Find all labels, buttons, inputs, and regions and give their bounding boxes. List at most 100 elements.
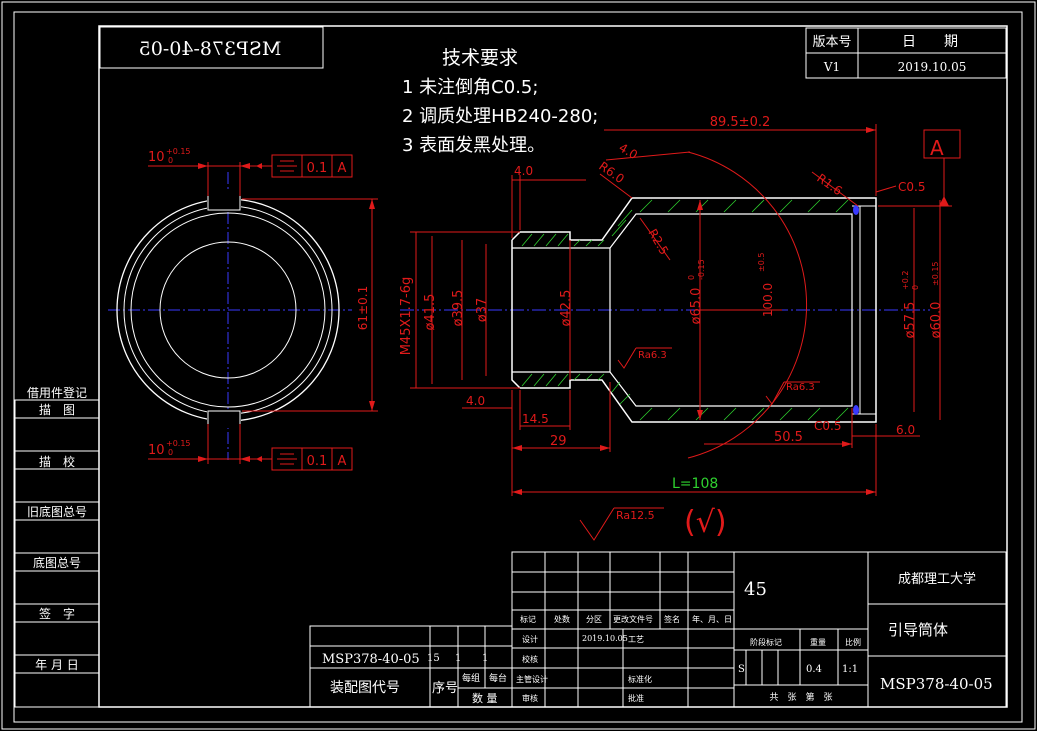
date-label: 日 期 [902, 34, 958, 50]
ra-mark-2 [765, 381, 785, 405]
h-doc: 更改文件号 [613, 614, 653, 624]
weight-value: 0.4 [806, 664, 822, 675]
school-name: 成都理工大学 [898, 571, 976, 587]
section-view: 100.0 ±0.5 89.5±0.2 4.0 4.0 R6.0 R2.5 R1… [399, 115, 961, 541]
strip-borrow: 借用件登记 [27, 385, 87, 400]
assembly-qty-1: 1 [455, 653, 461, 664]
technical-requirements: 技术要求 1 未注倒角C0.5; 2 调质处理HB240-280; 3 表面发黑… [402, 47, 598, 156]
strip-old-base: 旧底图总号 [27, 504, 87, 519]
top-gtol-datum: A [338, 161, 347, 176]
scale-value: 1:1 [842, 664, 858, 675]
count-label: 数 量 [472, 692, 498, 705]
register-strip: 借用件登记 描 图 描 校 旧底图总号 底图总号 签 字 年 月 日 [14, 385, 100, 708]
ra-mark-1 [617, 347, 637, 369]
dim-65-tol-l: -0.15 [697, 259, 706, 280]
dim-42-5: ø42.5 [559, 290, 574, 327]
strip-date: 年 月 日 [35, 658, 79, 672]
dim-41-5: ø41.5 [423, 294, 438, 331]
bottom-slot-tol-upper: +0.15 [166, 439, 191, 448]
ra-12-5: Ra12.5 [616, 509, 655, 522]
inner-frame [98, 25, 1008, 708]
ra-mark-3 [579, 507, 615, 541]
dim-37: ø37 [475, 298, 490, 323]
dim-60-tol: ±0.15 [931, 261, 940, 286]
review-label: 审核 [522, 693, 538, 703]
per-unit-label: 每台 [489, 672, 507, 684]
top-gtol-value: 0.1 [307, 161, 328, 176]
dim-57-5-tol-l: 0 [911, 285, 920, 290]
stage-label: 阶段标记 [750, 637, 782, 647]
dim-60: ø60.0 [929, 302, 944, 339]
c05-bottom: C0.5 [814, 419, 841, 433]
check-label: 校核 [522, 654, 538, 664]
end-view: 10 +0.15 0 0.1 A 10 +0.15 0 0.1 A 61±0.1 [108, 147, 378, 471]
h-sign: 签名 [664, 614, 680, 624]
title-drawing-no: MSP378-40-05 [880, 675, 993, 693]
top-slot-tol-upper: +0.15 [166, 147, 191, 156]
strip-trace-check: 描 校 [39, 454, 75, 469]
requirements-title: 技术要求 [442, 47, 518, 69]
material: 45 [744, 579, 767, 600]
requirement-2: 2 调质处理HB240-280; [402, 106, 598, 127]
ra-6-3-a: Ra6.3 [638, 350, 667, 361]
h-zone: 分区 [586, 615, 602, 624]
dim-65: ø65.0 [689, 288, 704, 325]
assembly-qty-2: 1 [482, 653, 488, 664]
ra-6-3-b: Ra6.3 [786, 382, 815, 393]
h-date: 年、月、日 [692, 614, 732, 624]
dim-50-5: 50.5 [774, 430, 803, 445]
std-label: 标准化 [628, 674, 652, 684]
r100-label: 100.0 [761, 283, 775, 317]
part-name: 引导筒体 [888, 621, 948, 639]
stage-value: S [738, 664, 745, 675]
groove-bottom [853, 405, 859, 415]
bottom-gtol-value: 0.1 [307, 454, 328, 469]
strip-base: 底图总号 [33, 555, 81, 570]
h-count: 处数 [554, 614, 570, 624]
version-label: 版本号 [812, 35, 851, 50]
groove-top [853, 205, 859, 215]
process-label: 工艺 [628, 635, 644, 644]
bottom-slot-tol-lower: 0 [168, 448, 173, 457]
supervisor-label: 主管设计 [516, 674, 548, 684]
sheets-label: 共 张 第 张 [769, 691, 832, 703]
strip-trace: 描 图 [39, 403, 75, 417]
dim-4-top: 4.0 [514, 164, 533, 178]
c05-top: C0.5 [898, 180, 925, 194]
revision-table: 版本号 日 期 V1 2019.10.05 [805, 27, 1007, 79]
drawing-canvas: MSP378-40-05 版本号 日 期 V1 2019.10.05 技术要求 … [1, 1, 1036, 730]
approve-label: 批准 [628, 693, 644, 703]
weight-label: 重量 [810, 637, 826, 647]
strip-sign: 签 字 [39, 606, 75, 621]
datum-a: A [930, 136, 944, 160]
dim-57-5: ø57.5 [903, 302, 918, 339]
dim-39-5: ø39.5 [451, 290, 466, 327]
requirement-1: 1 未注倒角C0.5; [402, 77, 538, 98]
dim-4-bottom: 4.0 [466, 394, 485, 408]
h-mark: 标记 [520, 614, 536, 624]
bottom-slot-mask [207, 411, 241, 428]
dia-61: 61±0.1 [356, 286, 370, 330]
general-roughness: (√) [684, 505, 727, 540]
top-slot-width: 10 [148, 150, 165, 165]
dim-65-tol-u: 0 [687, 275, 696, 280]
assembly-label: 装配图代号 [330, 680, 400, 696]
dim-29: 29 [550, 434, 567, 449]
scale-label: 比例 [845, 637, 861, 647]
date-value: 2019.10.05 [898, 60, 967, 74]
version-value: V1 [823, 60, 840, 74]
dim-total: L=108 [672, 476, 718, 492]
r100-tol: ±0.5 [757, 253, 766, 272]
mirrored-drawing-number: MSP378-40-05 [139, 38, 282, 60]
dim-thread: M45X1.7-6g [399, 277, 414, 356]
assembly-code: MSP378-40-05 [322, 652, 420, 667]
dim-6: 6.0 [896, 423, 915, 437]
assembly-seq: 15 [427, 653, 440, 664]
top-slot-mask [207, 192, 241, 209]
dim-57-5-tol-u: +0.2 [901, 271, 910, 290]
per-group-label: 每组 [462, 672, 480, 684]
top-slot-tol-lower: 0 [168, 156, 173, 165]
requirement-3: 3 表面发黑处理。 [402, 135, 545, 156]
dim-14-5: 14.5 [522, 412, 549, 426]
design-date: 2019.10.05 [582, 634, 628, 643]
